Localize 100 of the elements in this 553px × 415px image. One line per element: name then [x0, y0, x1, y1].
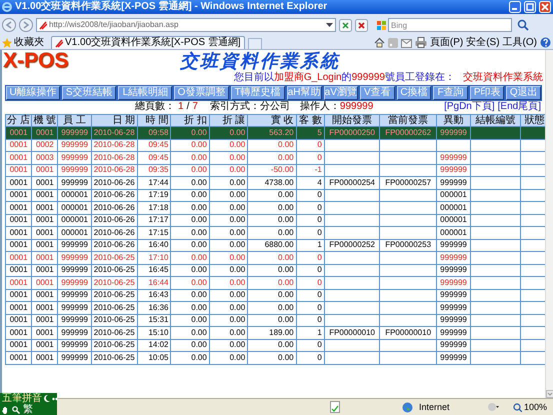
help-icon[interactable]: [540, 37, 551, 48]
table-cell: FP00000254: [324, 176, 380, 189]
table-cell: 0.00: [209, 152, 248, 164]
page-number: 1: [178, 102, 184, 112]
column-header: 實 收: [248, 114, 296, 126]
maximize-button[interactable]: [524, 1, 536, 13]
column-header: 時 間: [138, 114, 171, 126]
table-cell: 0.00: [209, 326, 248, 339]
printer-icon[interactable]: [414, 37, 427, 48]
search-icon[interactable]: [12, 406, 20, 414]
close-button[interactable]: [539, 1, 551, 13]
table-cell: FP00000010: [324, 326, 380, 339]
table-cell: 09:45: [138, 152, 171, 164]
table-cell: 0.00: [170, 202, 210, 214]
table-cell: 999999: [436, 152, 471, 164]
favorites-button[interactable]: 收藏夾: [2, 36, 44, 49]
stop-icon[interactable]: [355, 18, 368, 32]
address-field[interactable]: http://wis2008/te/jiaoban/jiaoban.asp: [36, 18, 336, 32]
table-cell: 0.00: [248, 202, 296, 214]
globe-icon: [402, 402, 413, 412]
table-cell: 10:05: [138, 352, 171, 364]
punctuation-icon[interactable]: [52, 396, 58, 400]
moon-icon[interactable]: [44, 395, 50, 402]
browser-tab[interactable]: V1.00交班資料作業系統[X-POS 雲通網]: [51, 36, 245, 49]
dropdown-icon: [326, 22, 333, 28]
table-cell: 2010-06-25: [91, 302, 138, 314]
table-cell: 0001: [6, 252, 32, 264]
table-cell: 09:58: [138, 126, 171, 139]
table-cell: 2010-06-28: [91, 152, 138, 164]
table-cell: 17:15: [138, 226, 171, 239]
search-icon[interactable]: [517, 19, 529, 31]
table-cell: 0001: [6, 152, 32, 164]
table-cell: 0.00: [209, 276, 248, 289]
table-cell: 0001: [6, 202, 32, 214]
table-cell: 0.00: [248, 352, 296, 364]
table-cell: 2010-06-25: [91, 326, 138, 339]
table-cell: 999999: [436, 276, 471, 289]
window-title: V1.00交班資料作業系統[X-POS 雲通網] - Windows Internet Explorer: [15, 2, 328, 12]
table-cell: 0.00: [170, 276, 210, 289]
table-cell: 2010-06-25: [91, 276, 138, 289]
table-cell: 999999: [436, 302, 471, 314]
page-separator: /: [186, 102, 190, 112]
table-cell: 2010-06-25: [91, 252, 138, 264]
table-cell: 0001: [32, 302, 58, 314]
table-cell: 1: [296, 326, 324, 339]
home-icon[interactable]: [374, 37, 385, 48]
table-cell: 0: [296, 252, 324, 264]
table-cell: 0: [296, 276, 324, 289]
table-cell: 999999: [58, 152, 92, 164]
table-cell: FP00000262: [380, 126, 436, 139]
table-cell: 0.00: [209, 352, 248, 364]
table-cell: 0.00: [170, 252, 210, 264]
mail-icon[interactable]: [400, 39, 412, 48]
table-cell: 0: [296, 152, 324, 164]
minimize-button[interactable]: [509, 1, 521, 13]
table-cell: 2010-06-26: [91, 226, 138, 239]
search-field[interactable]: Bing: [388, 18, 512, 32]
page-link[interactable]: [PgDn下頁]: [444, 102, 495, 112]
input-method-name[interactable]: 五筆拼音: [2, 394, 42, 404]
page-total: 7: [192, 102, 198, 112]
column-header: 開始發票: [324, 114, 380, 126]
table-cell: 999999: [58, 126, 92, 139]
table-cell: 17:44: [138, 176, 171, 189]
table-cell: 0.00: [170, 302, 210, 314]
table-cell: 0: [296, 302, 324, 314]
index-mode: 索引方式：分公司: [210, 102, 290, 112]
page-icon: [55, 38, 63, 48]
toolbar-menu[interactable]: 工具(O): [502, 36, 537, 49]
table-cell: 000001: [436, 202, 471, 214]
table-cell: 0: [296, 226, 324, 239]
login-notice: 您目前以加盟商G_Login的999999號員工登錄在：: [234, 73, 455, 83]
table-cell: 4738.00: [248, 176, 296, 189]
column-header: 折 讓: [209, 114, 248, 126]
table-cell: 000001: [436, 226, 471, 239]
hand-icon[interactable]: [2, 406, 9, 414]
table-cell: 999999: [436, 326, 471, 339]
table-cell: 0001: [6, 126, 32, 139]
table-cell: 0.00: [248, 226, 296, 239]
table-cell: 0: [296, 202, 324, 214]
scrollbar[interactable]: [545, 50, 553, 398]
table-cell: 0.00: [209, 252, 248, 264]
browser-icon: [2, 2, 12, 12]
page-link[interactable]: [End尾頁]: [498, 102, 541, 112]
table-cell: 999999: [58, 302, 92, 314]
toolbar-menu[interactable]: 頁面(P): [430, 36, 464, 49]
table-cell: 0.00: [170, 152, 210, 164]
table-cell: 000001: [58, 226, 92, 239]
table-cell: FP00000257: [380, 176, 436, 189]
charset-toggle[interactable]: 繁: [23, 405, 33, 415]
toolbar-menu[interactable]: 安全(S): [466, 36, 500, 49]
column-header: 結帳編號: [470, 114, 520, 126]
column-header: 當前發票: [380, 114, 436, 126]
back-icon[interactable]: [2, 18, 16, 32]
table-cell: 999999: [58, 276, 92, 289]
page-status-icon: [330, 401, 340, 413]
zoom-button[interactable]: 100%: [512, 402, 547, 412]
current-system: 交班資料作業系統: [463, 73, 543, 83]
table-cell: 16:36: [138, 302, 171, 314]
forward-icon[interactable]: [19, 18, 33, 32]
table-cell: 0001: [32, 226, 58, 239]
